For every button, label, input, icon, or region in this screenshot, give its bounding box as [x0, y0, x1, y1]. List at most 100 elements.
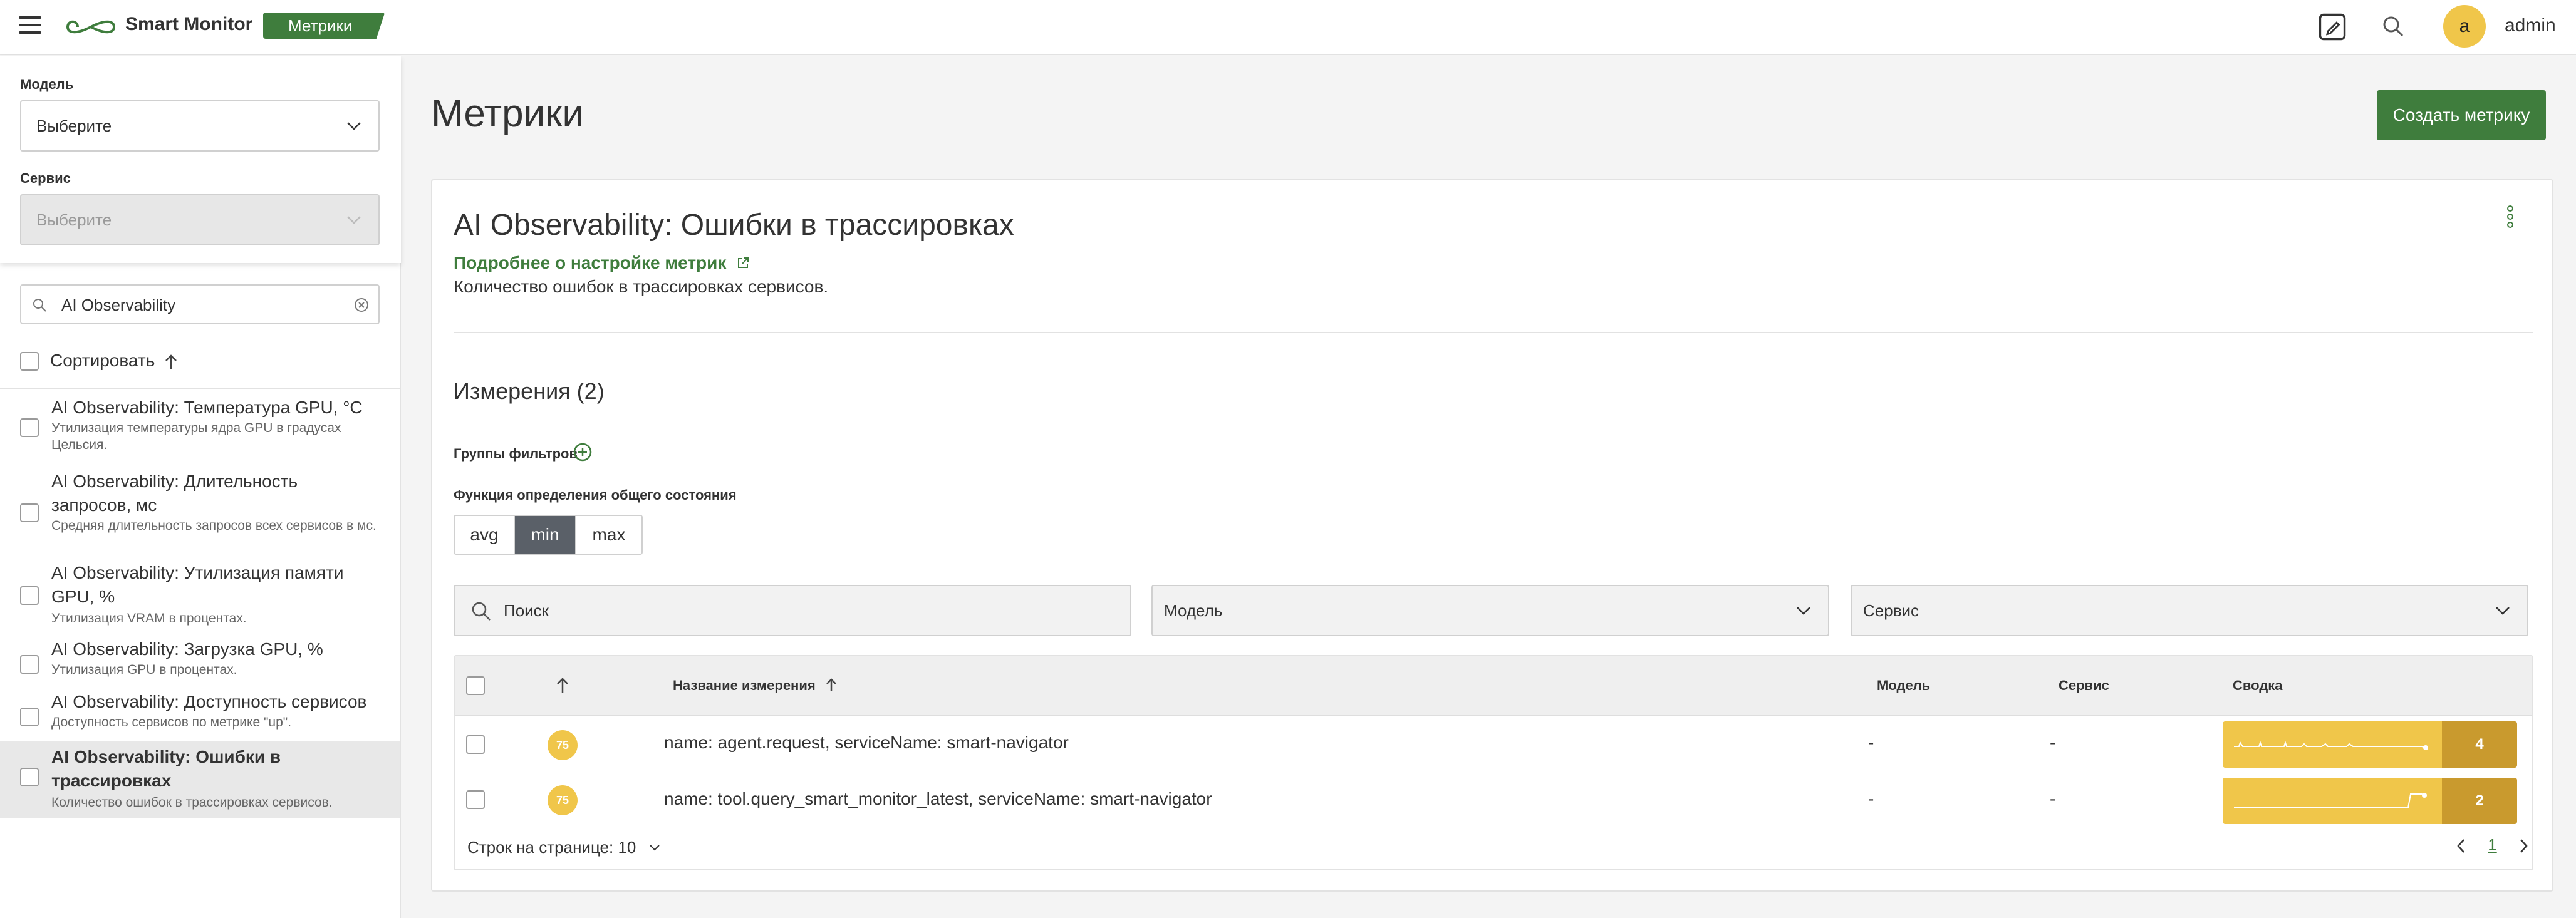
sidebar-search-value: AI Observability — [61, 296, 176, 314]
rows-per-page-label: Строк на странице: 10 — [467, 838, 636, 857]
pagination: 1 — [2456, 835, 2529, 855]
menu-icon[interactable] — [19, 16, 41, 36]
summary-sparkline[interactable]: 4 — [2223, 721, 2517, 768]
summary-value: 2 — [2442, 778, 2517, 824]
page-number[interactable]: 1 — [2488, 835, 2496, 854]
chevron-down-icon — [1797, 607, 1810, 615]
list-item[interactable]: AI Observability: Загрузка GPU, % Утилиз… — [0, 636, 400, 689]
sparkline-bar — [2223, 778, 2442, 824]
filter-groups-label: Группы фильтров — [454, 446, 578, 462]
dimension-name: name: tool.query_smart_monitor_latest, s… — [664, 789, 1212, 808]
chevron-down-icon — [649, 845, 660, 851]
row-checkbox[interactable] — [466, 790, 485, 809]
summary-sparkline[interactable]: 2 — [2223, 778, 2517, 824]
list-item-selected[interactable]: AI Observability: Ошибки в трассировках … — [0, 741, 400, 818]
chevron-left-icon[interactable] — [2456, 838, 2467, 854]
list-item[interactable]: AI Observability: Температура GPU, °C Ут… — [0, 388, 400, 463]
sidebar: Модель Выберите Сервис Выберите AI Obser… — [0, 56, 401, 918]
col-summary-header[interactable]: Сводка — [2233, 678, 2282, 694]
chevron-down-icon — [347, 122, 361, 130]
metric-title: AI Observability: Ошибки в трассировках — [454, 209, 1014, 242]
sort-checkbox[interactable] — [20, 352, 39, 371]
list-item-checkbox[interactable] — [20, 418, 39, 437]
list-item-checkbox[interactable] — [20, 768, 39, 786]
list-item-desc: Доступность сервисов по метрике "up". — [51, 715, 292, 730]
create-metric-button[interactable]: Создать метрику — [2377, 90, 2546, 140]
chevron-right-icon[interactable] — [2518, 838, 2529, 854]
list-item-title: AI Observability: Ошибки в трассировках — [51, 747, 281, 790]
brand-name: Smart Monitor — [125, 14, 253, 34]
top-bar: Smart Monitor Метрики a admin — [0, 0, 2576, 55]
list-item-desc: Утилизация температуры ядра GPU в градус… — [51, 421, 341, 452]
avatar[interactable]: a — [2443, 5, 2486, 48]
list-item-checkbox[interactable] — [20, 708, 39, 726]
model-label: Модель — [20, 76, 74, 92]
dimensions-title: Измерения (2) — [454, 378, 605, 404]
arrow-up-icon[interactable] — [163, 353, 179, 371]
select-all-checkbox[interactable] — [466, 676, 485, 695]
list-item[interactable]: AI Observability: Длительность запросов,… — [0, 463, 400, 561]
list-item[interactable]: AI Observability: Утилизация памяти GPU,… — [0, 561, 400, 636]
table-row[interactable]: 75 name: agent.request, serviceName: sma… — [455, 716, 2532, 773]
doc-link[interactable]: Подробнее о настройке метрик — [454, 253, 750, 273]
sidebar-search-input[interactable]: AI Observability — [20, 284, 380, 324]
list-item-title: AI Observability: Доступность сервисов — [51, 692, 367, 711]
col-name-header[interactable]: Название измерения — [673, 678, 838, 694]
list-item[interactable]: AI Observability: Доступность сервисов Д… — [0, 689, 400, 741]
page-title: Метрики — [431, 92, 584, 135]
user-name[interactable]: admin — [2505, 15, 2556, 36]
list-item-desc: Количество ошибок в трассировках сервисо… — [51, 795, 333, 810]
model-filter-value: Модель — [1164, 601, 1223, 620]
sparkline-graph — [2234, 740, 2428, 750]
sparkline-bar — [2223, 721, 2442, 768]
list-item-title: AI Observability: Загрузка GPU, % — [51, 639, 323, 659]
function-avg[interactable]: avg — [455, 516, 515, 554]
service-select: Выберите — [20, 194, 380, 245]
function-max[interactable]: max — [576, 516, 641, 554]
table-row[interactable]: 75 name: tool.query_smart_monitor_latest… — [455, 773, 2532, 829]
search-placeholder: Поиск — [504, 601, 549, 620]
model-filter-select[interactable]: Модель — [1151, 585, 1829, 636]
search-icon — [33, 299, 46, 312]
metric-card: AI Observability: Ошибки в трассировках … — [431, 179, 2553, 892]
doc-link-text: Подробнее о настройке метрик — [454, 253, 727, 272]
sparkline-graph — [2234, 793, 2427, 808]
list-item-checkbox[interactable] — [20, 586, 39, 605]
col-model-header[interactable]: Модель — [1877, 678, 1930, 694]
service-filter-value: Сервис — [1863, 601, 1919, 620]
dimensions-search-input[interactable]: Поиск — [454, 585, 1131, 636]
row-status-badge: 75 — [548, 785, 578, 815]
search-icon[interactable] — [2381, 14, 2406, 39]
external-link-icon — [738, 257, 749, 268]
list-item-title: AI Observability: Температура GPU, °C — [51, 398, 363, 417]
add-filter-group-icon[interactable] — [573, 442, 593, 462]
row-model: - — [1868, 733, 1874, 752]
section-badge[interactable]: Метрики — [263, 13, 385, 39]
col-service-header[interactable]: Сервис — [2059, 678, 2109, 694]
sort-arrow-icon[interactable] — [555, 676, 570, 694]
model-select[interactable]: Выберите — [20, 100, 380, 152]
edit-icon[interactable] — [2318, 13, 2347, 41]
metric-list: AI Observability: Температура GPU, °C Ут… — [0, 388, 401, 818]
list-item-desc: Утилизация VRAM в процентах. — [51, 611, 247, 626]
state-function-label: Функция определения общего состояния — [454, 487, 737, 503]
list-item-desc: Утилизация GPU в процентах. — [51, 663, 237, 677]
row-status-badge: 75 — [548, 730, 578, 760]
smart-monitor-logo — [66, 20, 116, 34]
clear-icon[interactable] — [353, 297, 370, 313]
service-filter-select[interactable]: Сервис — [1851, 585, 2528, 636]
list-item-checkbox[interactable] — [20, 655, 39, 674]
row-model: - — [1868, 789, 1874, 808]
row-service: - — [2050, 733, 2056, 752]
metric-description: Количество ошибок в трассировках сервисо… — [454, 277, 829, 296]
row-service: - — [2050, 789, 2056, 808]
state-function-toggle: avg min max — [454, 515, 643, 555]
function-min[interactable]: min — [515, 516, 576, 554]
summary-value: 4 — [2442, 721, 2517, 768]
list-item-checkbox[interactable] — [20, 503, 39, 522]
chevron-down-icon — [347, 216, 361, 224]
service-select-value: Выберите — [36, 210, 112, 229]
rows-per-page-select[interactable]: Строк на странице: 10 — [467, 838, 661, 857]
row-checkbox[interactable] — [466, 735, 485, 754]
more-options-icon[interactable] — [2507, 205, 2515, 230]
